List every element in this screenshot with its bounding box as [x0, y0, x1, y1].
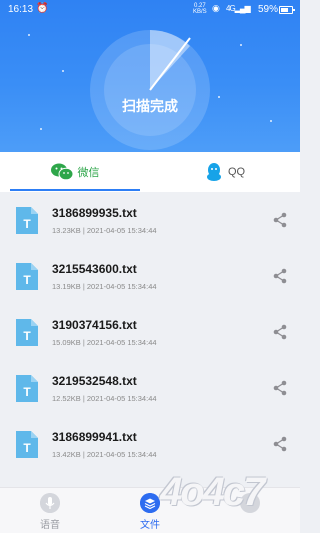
network-speed: 0.27 KB/S	[193, 3, 207, 15]
file-list-item[interactable]: T 3219532548.txt 12.52KB | 2021-04-05 15…	[10, 366, 290, 418]
file-list-item[interactable]: T 3215543600.txt 13.19KB | 2021-04-05 15…	[10, 254, 290, 306]
file-meta: 13.42KB | 2021-04-05 15:34:44	[52, 450, 157, 459]
file-name: 3190374156.txt	[52, 318, 137, 332]
source-tabs: 微信 QQ	[0, 152, 300, 192]
file-name: 3219532548.txt	[52, 374, 137, 388]
file-name: 3215543600.txt	[52, 262, 137, 276]
star-dot	[240, 44, 242, 46]
watermark: 4o4c7	[160, 470, 265, 514]
star-dot	[40, 128, 42, 130]
battery-icon	[279, 6, 295, 14]
nav-file-label: 文件	[140, 520, 160, 531]
share-icon[interactable]	[272, 212, 288, 228]
wifi-icon: ◉	[212, 3, 220, 13]
selected-tab-indicator	[10, 189, 140, 191]
tab-qq-label: QQ	[227, 166, 246, 178]
file-stack-icon	[140, 493, 160, 513]
text-file-icon: T	[16, 431, 38, 458]
star-dot	[62, 70, 64, 72]
radar-sweep-icon	[149, 30, 191, 91]
scan-header: 16:13 ⏰ 0.27 KB/S ◉ 4G▂▄▆ 59% 扫描完成	[0, 0, 300, 152]
share-icon[interactable]	[272, 324, 288, 340]
file-icon-letter: T	[23, 273, 31, 287]
share-icon[interactable]	[272, 380, 288, 396]
file-list-item[interactable]: T 3186899941.txt 13.42KB | 2021-04-05 15…	[10, 422, 290, 474]
status-time: 16:13	[8, 4, 34, 15]
file-icon-letter: T	[23, 441, 31, 455]
share-icon[interactable]	[272, 436, 288, 452]
battery-percent: 59%	[258, 4, 279, 15]
signal-icon: 4G▂▄▆	[226, 4, 251, 13]
file-meta: 15.09KB | 2021-04-05 15:34:44	[52, 338, 157, 347]
text-file-icon: T	[16, 319, 38, 346]
share-icon[interactable]	[272, 268, 288, 284]
qq-icon	[206, 163, 221, 181]
nav-voice-label: 语音	[40, 520, 60, 531]
file-meta: 12.52KB | 2021-04-05 15:34:44	[52, 394, 157, 403]
tab-wechat-label: 微信	[77, 167, 100, 179]
file-icon-letter: T	[23, 217, 31, 231]
network-speed-unit: KB/S	[193, 9, 207, 15]
nav-voice[interactable]: 语音	[0, 488, 100, 533]
file-name: 3186899941.txt	[52, 430, 137, 444]
file-icon-letter: T	[23, 385, 31, 399]
file-meta: 13.19KB | 2021-04-05 15:34:44	[52, 282, 157, 291]
tab-wechat[interactable]: 微信	[10, 152, 140, 192]
file-name: 3186899935.txt	[52, 206, 137, 220]
wechat-icon	[50, 163, 73, 181]
file-meta: 13.23KB | 2021-04-05 15:34:44	[52, 226, 157, 235]
text-file-icon: T	[16, 207, 38, 234]
microphone-icon	[40, 493, 60, 513]
file-list-item[interactable]: T 3190374156.txt 15.09KB | 2021-04-05 15…	[10, 310, 290, 362]
text-file-icon: T	[16, 375, 38, 402]
network-type: 4G	[226, 4, 236, 13]
text-file-icon: T	[16, 263, 38, 290]
file-icon-letter: T	[23, 329, 31, 343]
alarm-icon: ⏰	[36, 3, 49, 14]
scan-complete-title: 扫描完成	[122, 98, 178, 114]
star-dot	[270, 120, 272, 122]
tab-qq[interactable]: QQ	[160, 152, 290, 192]
file-list-item[interactable]: T 3186899935.txt 13.23KB | 2021-04-05 15…	[10, 198, 290, 250]
star-dot	[28, 34, 30, 36]
